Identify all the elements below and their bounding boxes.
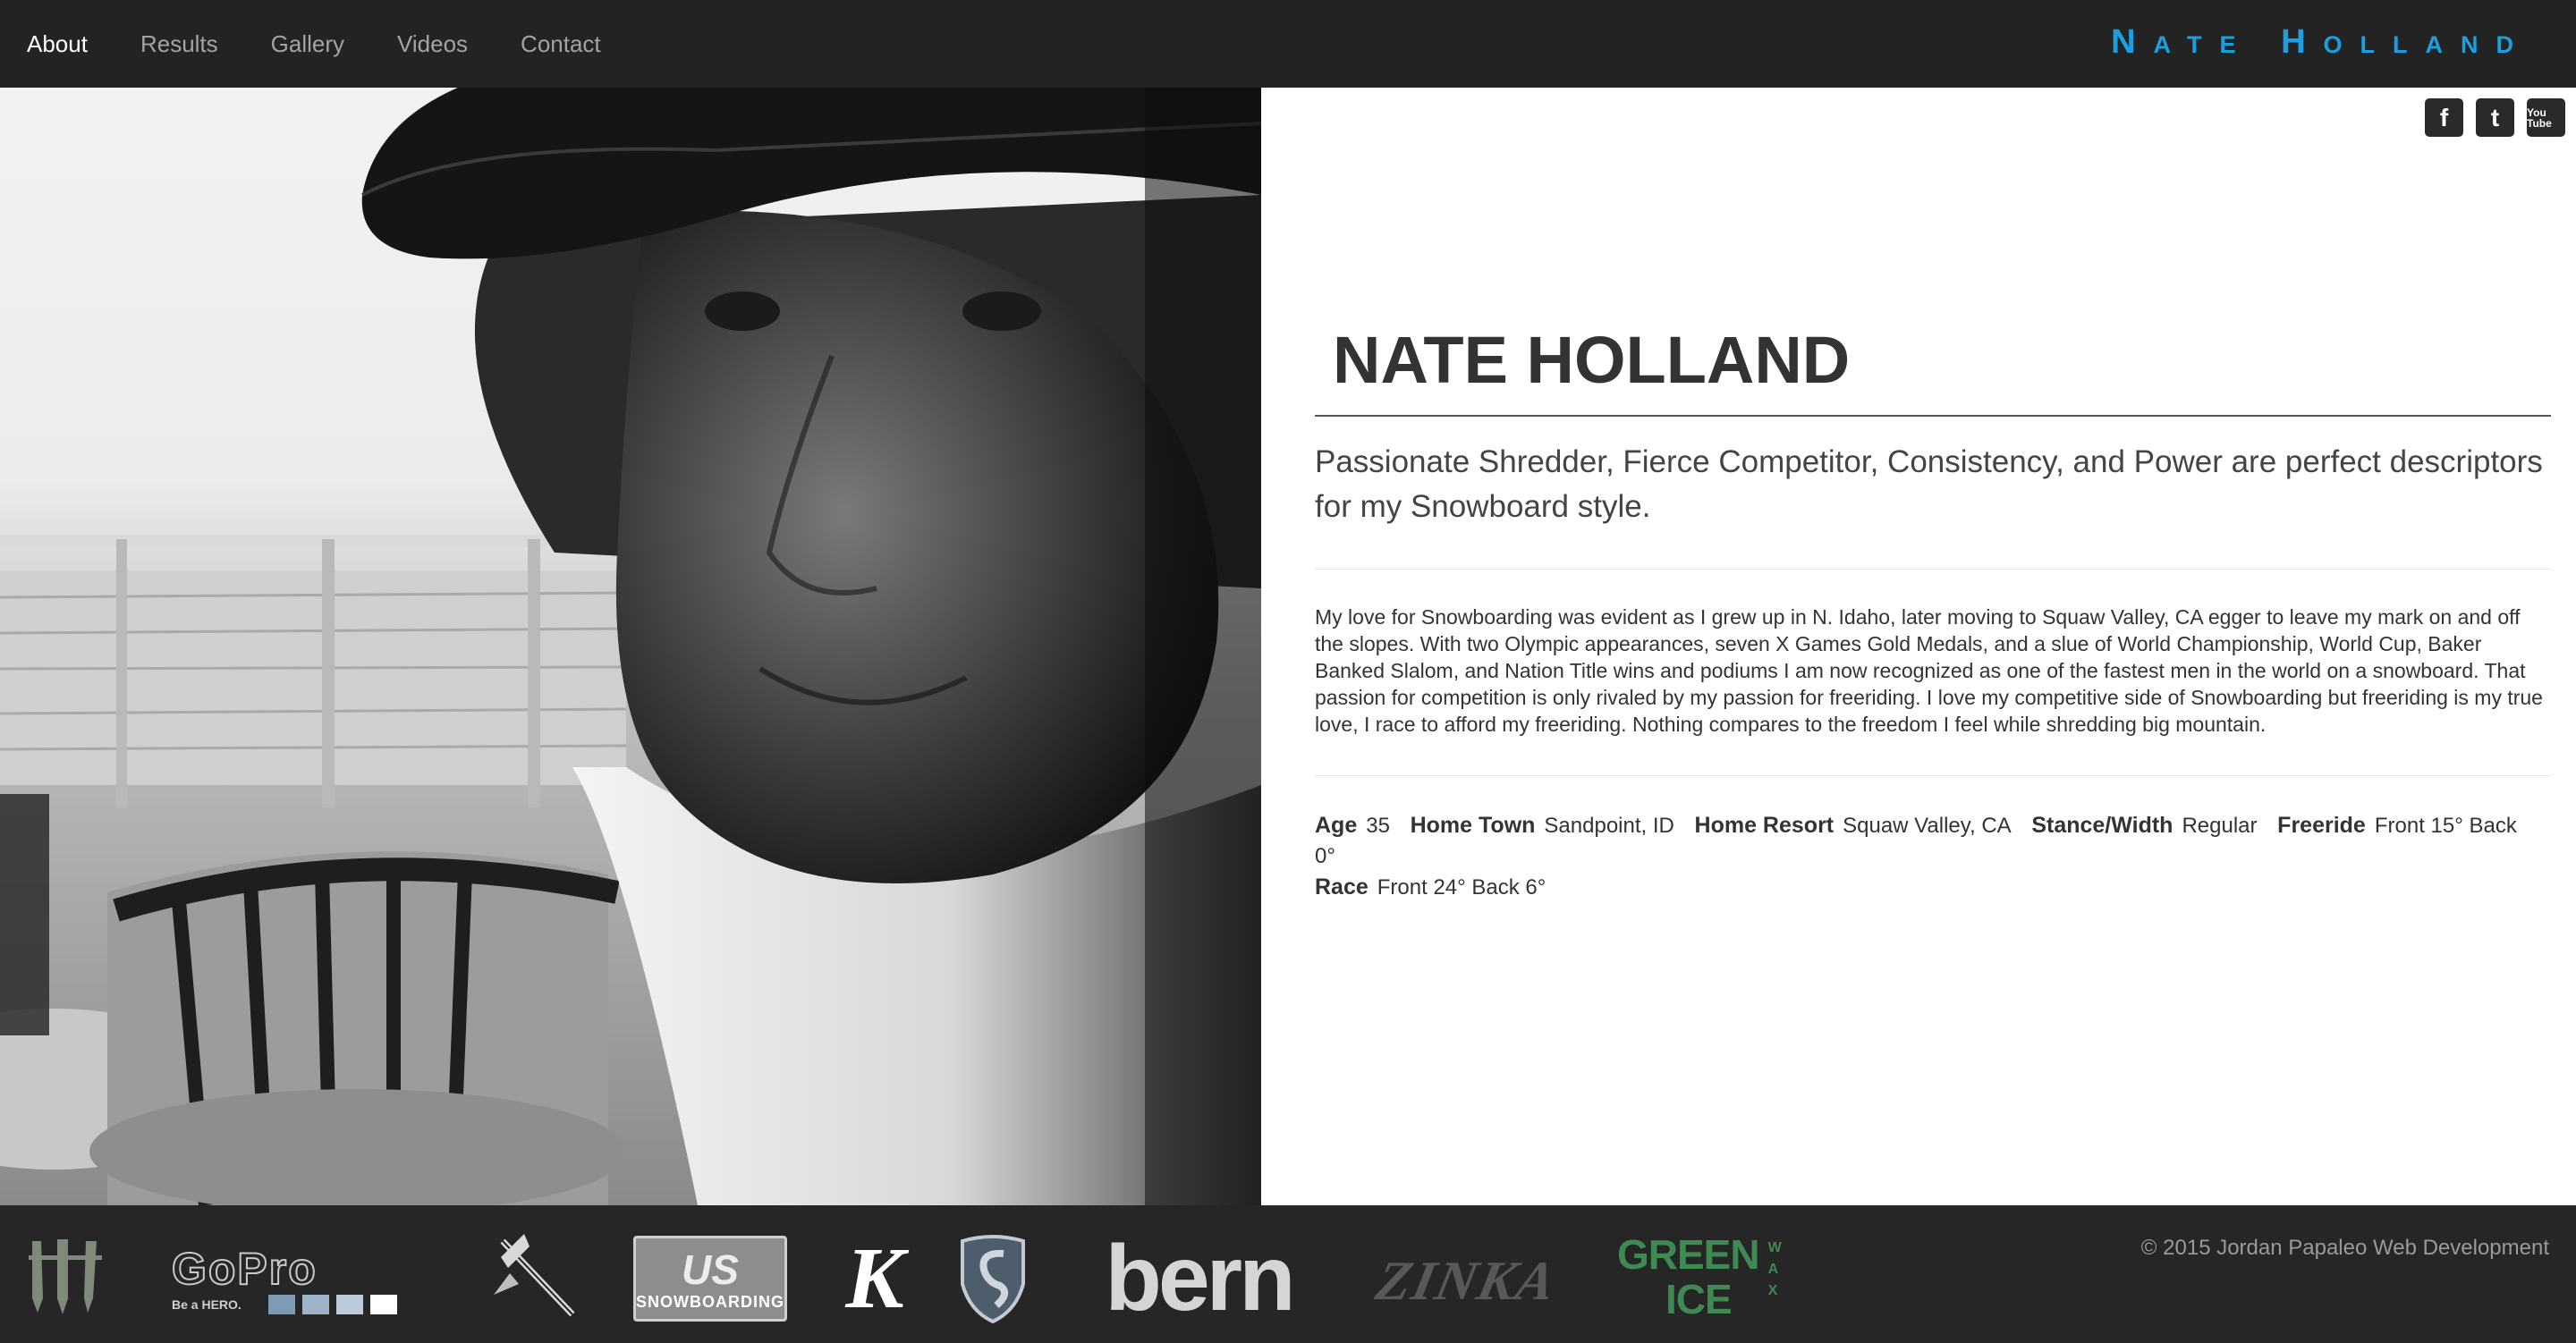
bern-wordmark: bern [1105, 1227, 1295, 1330]
sponsor-footer: GoPro Be a HERO. US SNOWBOARDING K bern … [0, 1205, 2576, 1343]
us-snowboarding-text: SNOWBOARDING [636, 1292, 784, 1311]
stat-label-race: Race [1315, 874, 1368, 900]
page-title: NATE HOLLAND [1315, 304, 2551, 417]
nav-results[interactable]: Results [140, 30, 218, 58]
profile-photo [0, 88, 1261, 1205]
bern-logo[interactable]: bern [1082, 1232, 1315, 1325]
nav-about[interactable]: About [27, 30, 88, 58]
us-mark: US [682, 1246, 739, 1293]
green-ice-words: GREEN ICE [1617, 1231, 1760, 1322]
stat-value-stance: Regular [2182, 814, 2258, 838]
stat-value-resort: Squaw Valley, CA [1843, 814, 2012, 838]
about-content: NATE HOLLAND Passionate Shredder, Fierce… [1315, 304, 2551, 903]
gopro-tagline: Be a HERO. [172, 1297, 242, 1312]
green-ice-word2: ICE [1665, 1276, 1733, 1322]
shield-icon [961, 1235, 1025, 1323]
gopro-wordmark: GoPro [171, 1244, 318, 1294]
green-ice-word1: GREEN [1617, 1231, 1760, 1278]
stat-label-age: Age [1315, 813, 1358, 838]
green-ice-row: GREEN ICE WAX [1617, 1231, 1782, 1322]
stat-label-stance: Stance/Width [2031, 813, 2174, 838]
nav-gallery[interactable]: Gallery [271, 30, 344, 58]
main-nav: About Results Gallery Videos Contact [27, 0, 654, 88]
twitter-icon[interactable]: t [2476, 98, 2514, 137]
copyright-text: © 2015 Jordan Papaleo Web Development [2140, 1236, 2549, 1260]
stat-value-age: 35 [1366, 814, 1390, 838]
gopro-block [370, 1295, 397, 1314]
stat-label-resort: Home Resort [1694, 813, 1835, 838]
gopro-block [302, 1295, 329, 1314]
nav-contact[interactable]: Contact [521, 30, 601, 58]
green-ice-wax-text: WAX [1767, 1240, 1782, 1298]
facebook-icon[interactable]: f [2425, 98, 2463, 137]
youtube-icon[interactable]: You Tube [2527, 98, 2565, 137]
gopro-tagline-row: Be a HERO. [172, 1295, 397, 1314]
k2-logo[interactable]: K [841, 1232, 909, 1325]
site-brand[interactable]: Nate Holland [2111, 23, 2531, 62]
us-snowboarding-logo[interactable]: US SNOWBOARDING [633, 1236, 787, 1322]
green-ice-wax-logo[interactable]: GREEN ICE WAX [1617, 1230, 1787, 1323]
social-links: f t You Tube [2425, 98, 2565, 137]
portrait-image [0, 88, 1261, 1205]
tagline: Passionate Shredder, Fierce Competitor, … [1315, 440, 2551, 570]
gopro-block [268, 1295, 295, 1314]
stat-label-hometown: Home Town [1410, 813, 1536, 838]
monster-claw-icon [29, 1239, 102, 1314]
zinka-wordmark: ZINKA [1371, 1250, 1563, 1312]
bio-paragraph: My love for Snowboarding was evident as … [1315, 604, 2551, 776]
axe-logo[interactable] [483, 1232, 581, 1322]
shield-logo[interactable] [957, 1234, 1029, 1323]
stat-value-race: Front 24° Back 6° [1377, 875, 1546, 900]
k-mark: K [845, 1230, 904, 1327]
zinka-logo[interactable]: ZINKA [1368, 1241, 1565, 1322]
gopro-block [336, 1295, 363, 1314]
rider-stats: Age 35 Home Town Sandpoint, ID Home Resort… [1315, 810, 2551, 903]
top-navigation-bar: About Results Gallery Videos Contact Nat… [0, 0, 2576, 88]
monster-logo[interactable] [27, 1236, 104, 1316]
stat-value-hometown: Sandpoint, ID [1544, 814, 1674, 838]
gopro-logo[interactable]: GoPro Be a HERO. [171, 1244, 419, 1316]
stat-label-freeride: Freeride [2277, 813, 2366, 838]
nav-videos[interactable]: Videos [397, 30, 468, 58]
tomahawk-icon [494, 1234, 575, 1317]
